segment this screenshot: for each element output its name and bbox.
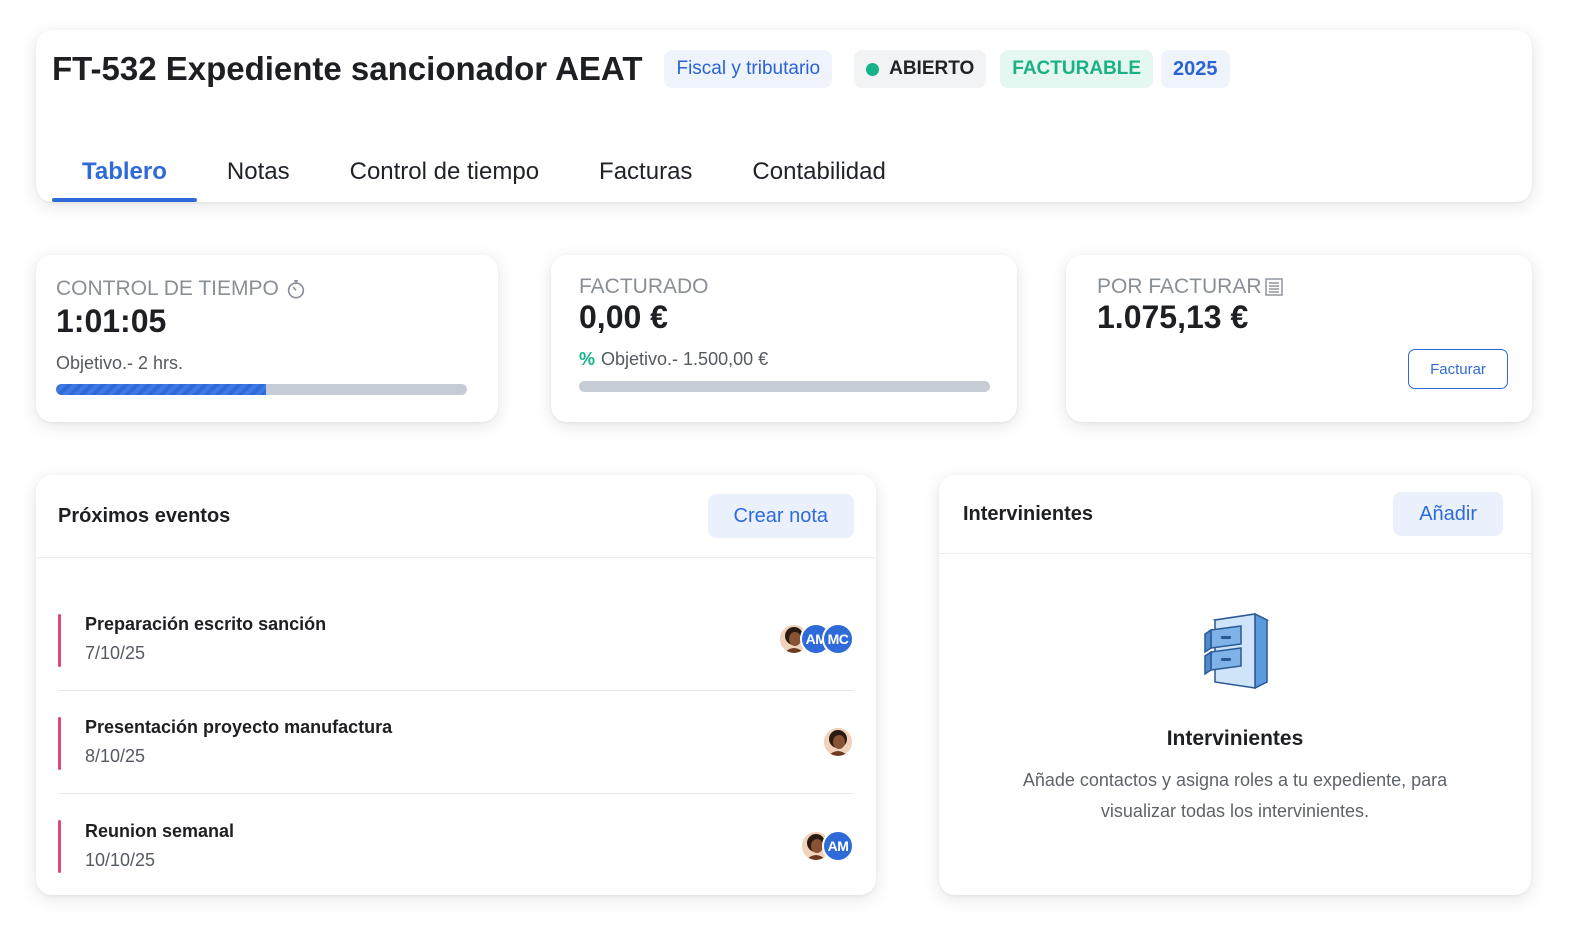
tab-contabilidad[interactable]: Contabilidad	[722, 142, 915, 202]
billed-card: FACTURADO 0,00 € % Objetivo.- 1.500,00 €	[551, 255, 1017, 422]
time-tracking-value: 1:01:05	[56, 303, 167, 339]
event-text: Reunion semanal 10/10/25	[58, 821, 234, 871]
time-tracking-target: Objetivo.- 2 hrs.	[56, 353, 184, 373]
unbilled-value: 1.075,13 €	[1097, 299, 1249, 335]
status-badge-label: ABIERTO	[889, 58, 975, 79]
event-date: 8/10/25	[85, 746, 146, 766]
tab-tablero[interactable]: Tablero	[52, 142, 197, 202]
event-color-bar	[58, 614, 61, 667]
billable-badge: FACTURABLE	[1000, 50, 1154, 88]
event-text: Preparación escrito sanción 7/10/25	[58, 614, 326, 664]
participants-panel: Intervinientes Añadir Intervinientes Aña…	[939, 475, 1531, 895]
time-tracking-card: CONTROL DE TIEMPO 1:01:05 Objetivo.- 2 h…	[36, 255, 498, 422]
unbilled-card: POR FACTURAR 1.075,13 € Facturar	[1066, 255, 1532, 422]
billed-progress-bar	[579, 381, 990, 392]
file-cabinet-icon	[1197, 610, 1273, 697]
participants-empty-state: Intervinientes Añade contactos y asigna …	[939, 610, 1531, 827]
upcoming-events-panel: Próximos eventos Crear nota Preparación …	[36, 475, 876, 895]
event-item[interactable]: Presentación proyecto manufactura 8/10/25	[58, 691, 854, 794]
billed-target-text: Objetivo.- 1.500,00 €	[601, 349, 769, 369]
events-panel-title: Próximos eventos	[58, 504, 231, 527]
time-progress-fill	[56, 384, 266, 395]
time-tracking-label: CONTROL DE TIEMPO	[56, 277, 307, 301]
event-date: 7/10/25	[85, 643, 146, 663]
event-item[interactable]: Preparación escrito sanción 7/10/25 MC AM	[58, 588, 854, 691]
case-header: FT-532 Expediente sancionador AEAT Fisca…	[36, 30, 1532, 202]
document-icon	[1264, 277, 1284, 297]
event-color-bar	[58, 717, 61, 770]
tab-control-de-tiempo[interactable]: Control de tiempo	[320, 142, 569, 202]
title-row: FT-532 Expediente sancionador AEAT Fisca…	[52, 50, 1230, 88]
tab-facturas[interactable]: Facturas	[569, 142, 722, 202]
avatar-initials[interactable]: AM	[822, 829, 854, 862]
unbilled-label-text: POR FACTURAR	[1097, 275, 1262, 298]
event-color-bar	[58, 820, 61, 873]
events-panel-header: Próximos eventos Crear nota	[36, 475, 876, 558]
tab-notas[interactable]: Notas	[197, 142, 320, 202]
invoice-button[interactable]: Facturar	[1408, 349, 1508, 389]
event-name: Preparación escrito sanción	[85, 614, 327, 634]
unbilled-label: POR FACTURAR	[1097, 275, 1284, 299]
percent-icon: %	[579, 349, 596, 369]
event-name: Presentación proyecto manufactura	[85, 717, 393, 737]
time-progress-bar	[56, 384, 467, 395]
event-item[interactable]: Reunion semanal 10/10/25 AM	[58, 794, 854, 895]
billed-label: FACTURADO	[579, 275, 709, 298]
event-date: 10/10/25	[85, 849, 156, 870]
avatar-photo[interactable]	[822, 726, 854, 758]
empty-state-title: Intervinientes	[1166, 727, 1304, 750]
event-text: Presentación proyecto manufactura 8/10/25	[58, 717, 392, 767]
billed-target: % Objetivo.- 1.500,00 €	[579, 349, 768, 370]
area-badge: Fiscal y tributario	[664, 50, 833, 88]
avatar-initials[interactable]: MC	[822, 623, 854, 655]
event-attendees	[822, 726, 854, 758]
participants-panel-header: Intervinientes Añadir	[939, 475, 1531, 554]
empty-state-text: Añade contactos y asigna roles a tu expe…	[1022, 770, 1448, 821]
year-badge: 2025	[1161, 50, 1230, 88]
tab-bar: Tablero Notas Control de tiempo Facturas…	[52, 142, 916, 202]
participants-panel-title: Intervinientes	[963, 502, 1094, 525]
events-list: Preparación escrito sanción 7/10/25 MC AM Pr…	[58, 588, 854, 895]
status-dot-icon	[866, 62, 880, 76]
event-name: Reunion semanal	[85, 820, 235, 841]
time-tracking-label-text: CONTROL DE TIEMPO	[56, 277, 279, 300]
stopwatch-icon	[285, 278, 307, 300]
billed-value: 0,00 €	[579, 299, 668, 335]
create-note-button[interactable]: Crear nota	[707, 494, 854, 538]
status-badge: ABIERTO	[854, 50, 987, 88]
event-attendees: AM	[800, 829, 854, 862]
event-attendees: MC AM	[778, 623, 854, 655]
add-participant-button[interactable]: Añadir	[1393, 492, 1503, 536]
page-title: FT-532 Expediente sancionador AEAT	[52, 50, 643, 87]
